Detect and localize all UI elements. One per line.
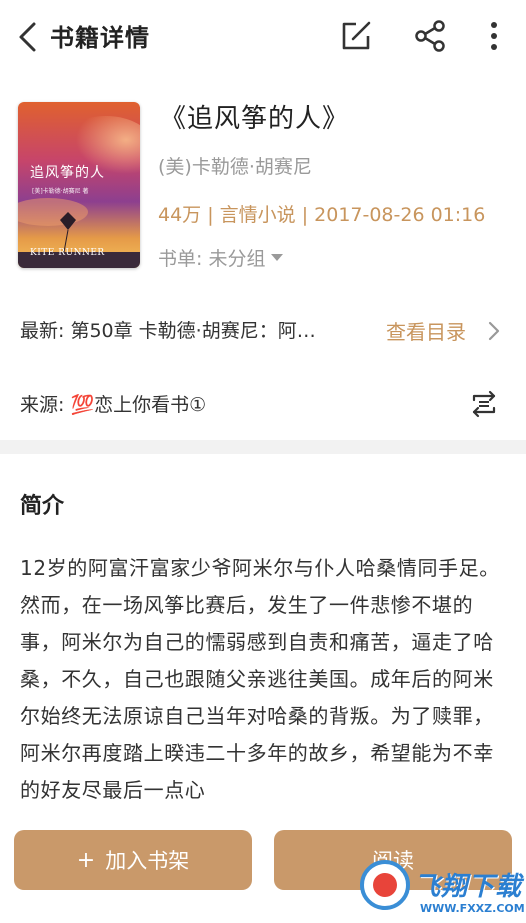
latest-chapter-text: 最新: 第50章 卡勒德·胡赛尼：阿… [20, 320, 316, 342]
source-row: 来源: 💯恋上你看书① [0, 380, 526, 428]
chevron-right-icon [488, 321, 500, 341]
site-watermark: 飞翔下载 WWW.FXXZ.COM [360, 856, 526, 918]
cover-art-image [18, 102, 140, 268]
book-cover[interactable]: 追风筝的人 [美]卡勒德·胡赛尼 著 KITE RUNNER [18, 102, 140, 268]
back-button[interactable] [14, 20, 44, 54]
view-toc-link[interactable]: 查看目录 [386, 316, 466, 345]
cover-subtitle: [美]卡勒德·胡赛尼 著 [32, 188, 89, 195]
intro-body: 12岁的阿富汗富家少爷阿米尔与仆人哈桑情同手足。然而，在一场风筝比赛后，发生了一… [20, 556, 500, 802]
switch-source-button[interactable] [468, 388, 500, 420]
plus-icon: + [76, 847, 96, 873]
book-meta: 44万 | 言情小说 | 2017-08-26 01:16 [158, 204, 486, 226]
cover-english-title: KITE RUNNER [30, 248, 105, 258]
watermark-logo-icon [360, 860, 410, 910]
cover-title: 追风筝的人 [30, 165, 105, 181]
share-icon [415, 20, 445, 52]
page-title: 书籍详情 [50, 24, 150, 52]
intro-heading: 简介 [20, 494, 65, 519]
switch-source-icon [472, 390, 496, 418]
book-info-section: 追风筝的人 [美]卡勒德·胡赛尼 著 KITE RUNNER 《追风筝的人》 (… [0, 96, 526, 276]
source-text: 来源: 💯恋上你看书① [20, 394, 207, 416]
book-list-label: 书单: 未分组 [158, 248, 266, 270]
book-title: 《追风筝的人》 [160, 104, 350, 134]
edit-icon [342, 21, 371, 50]
more-options-button[interactable] [476, 18, 512, 54]
watermark-url: WWW.FXXZ.COM [420, 902, 525, 915]
share-button[interactable] [412, 18, 448, 54]
book-list-dropdown[interactable]: 书单: 未分组 [158, 244, 284, 271]
book-author[interactable]: (美)卡勒德·胡赛尼 [158, 152, 312, 179]
caret-down-icon [271, 254, 284, 261]
edit-button[interactable] [338, 18, 374, 54]
section-divider [0, 440, 526, 454]
watermark-text: 飞翔下载 [414, 872, 523, 902]
latest-chapter-row[interactable]: 最新: 第50章 卡勒德·胡赛尼：阿… 查看目录 [0, 304, 526, 354]
more-vertical-icon [491, 22, 497, 50]
back-arrow-icon [19, 22, 36, 52]
add-to-shelf-button[interactable]: + 加入书架 [14, 830, 252, 890]
top-bar: 书籍详情 [0, 0, 526, 76]
add-to-shelf-label: 加入书架 [105, 849, 190, 873]
